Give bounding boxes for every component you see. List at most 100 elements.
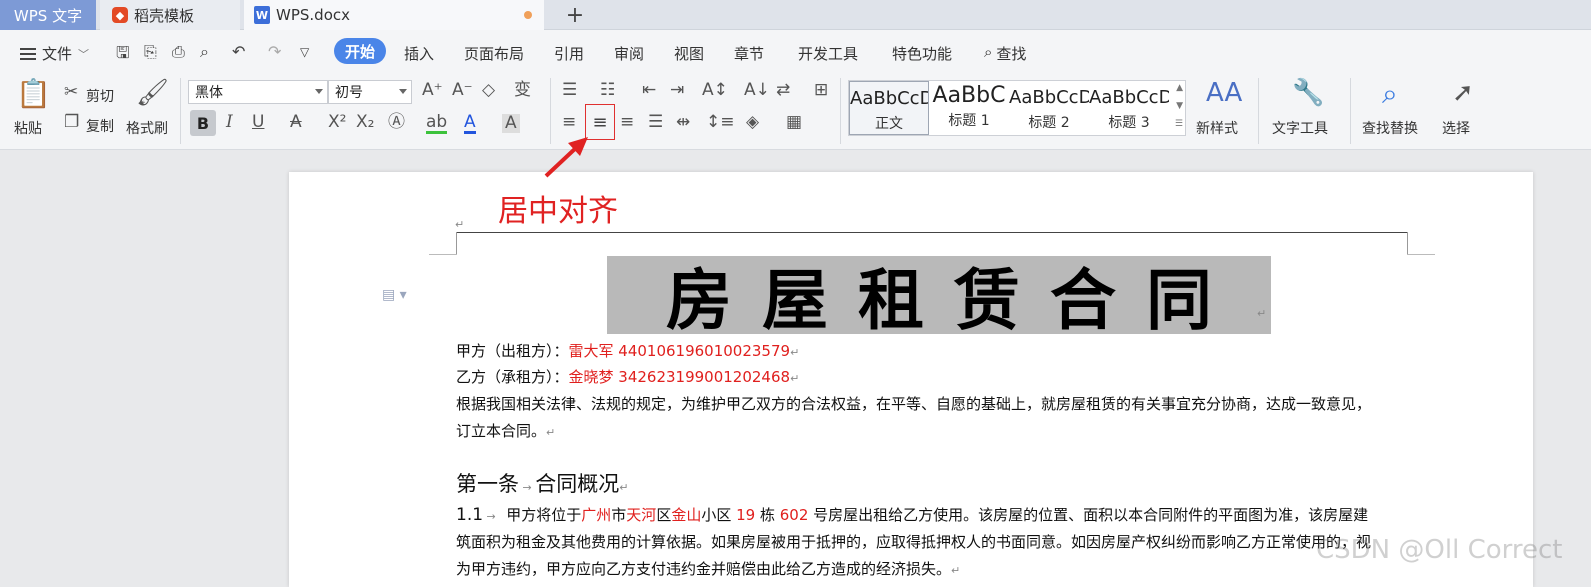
scroll-down-icon[interactable]: ▼ xyxy=(1176,101,1183,111)
tab-view[interactable]: 视图 xyxy=(674,43,704,64)
highlight-button[interactable]: ab xyxy=(426,114,448,134)
document-title-box[interactable]: 房屋租赁合同 xyxy=(607,256,1271,339)
intro-line-2[interactable]: 订立本合同。↵ xyxy=(456,420,555,441)
search-icon: ⌕ xyxy=(984,43,993,61)
tab-document[interactable]: W WPS.docx xyxy=(244,0,544,30)
new-style-button[interactable]: 新样式 xyxy=(1196,118,1238,138)
cut-button[interactable]: 剪切 xyxy=(86,86,114,106)
new-tab-button[interactable]: + xyxy=(560,0,590,30)
cursor-select-icon[interactable]: ➚ xyxy=(1452,80,1474,106)
magnifier-icon[interactable]: ⌕ xyxy=(1382,80,1398,108)
justify-icon[interactable]: ☰ xyxy=(648,114,663,131)
align-center-button[interactable]: ≡ xyxy=(585,104,615,140)
decrease-font-icon[interactable]: A⁻ xyxy=(452,82,473,99)
tab-section[interactable]: 章节 xyxy=(734,43,764,64)
tab-wps-writer[interactable]: WPS 文字 xyxy=(0,0,96,30)
text-direction-icon[interactable]: A↕ xyxy=(702,82,728,99)
style-heading-1[interactable]: AaBbC 标题 1 xyxy=(929,81,1009,135)
wrench-icon[interactable]: 🔧 xyxy=(1292,80,1324,106)
clause-1-1-line-1[interactable]: 1.1 → 甲方将位于广州市天河区金山小区 19 栋 602 号房屋出租给乙方使… xyxy=(456,504,1368,525)
scissors-icon[interactable]: ✂ xyxy=(64,84,78,101)
copy-button[interactable]: 复制 xyxy=(86,116,114,136)
tab-insert[interactable]: 插入 xyxy=(404,43,434,64)
undo-icon[interactable]: ↶ xyxy=(232,42,245,61)
party-b-label: 乙方（承租方）： xyxy=(456,368,569,386)
file-menu[interactable]: 文件 ﹀ xyxy=(20,43,89,64)
paste-button[interactable]: 粘贴 xyxy=(14,118,42,138)
superscript-button[interactable]: X² xyxy=(328,114,346,131)
text-tools-button[interactable]: 文字工具 xyxy=(1272,118,1328,138)
header-margin-right xyxy=(1407,232,1408,254)
increase-indent-icon[interactable]: ⇥ xyxy=(670,82,684,99)
format-brush-icon[interactable]: 🖌 xyxy=(136,80,169,106)
paragraph-layout-icon[interactable]: ▤ ▾ xyxy=(382,287,407,303)
style-heading-2[interactable]: AaBbCcD 标题 2 xyxy=(1009,81,1089,135)
ribbon-toolbar: 📋 粘贴 ✂ 剪切 ❐ 复制 🖌 格式刷 黑体 初号 A⁺ A⁻ ◇ 变 B I… xyxy=(0,72,1591,150)
find-replace-button[interactable]: 查找替换 xyxy=(1362,118,1418,138)
numbered-list-icon[interactable]: ☷ xyxy=(600,82,615,99)
align-left-icon[interactable]: ≡ xyxy=(562,114,576,131)
align-right-icon[interactable]: ≡ xyxy=(620,114,634,131)
tab-daoke-templates[interactable]: ◆ 稻壳模板 xyxy=(100,0,240,30)
print-preview-icon[interactable]: ⌕ xyxy=(200,42,209,62)
show-hide-marks-icon[interactable]: ⇄ xyxy=(776,82,790,99)
tab-page-layout[interactable]: 页面布局 xyxy=(464,43,524,64)
pinyin-guide-icon[interactable]: 变 xyxy=(514,82,531,99)
char-shading-button[interactable]: A xyxy=(502,114,520,133)
font-size-select[interactable]: 初号 xyxy=(328,80,412,104)
italic-button[interactable]: I xyxy=(226,114,233,131)
align-center-icon: ≡ xyxy=(592,111,608,133)
style-preview: AaBbCcD xyxy=(1089,87,1169,108)
format-painter-small-icon[interactable]: ⎘ xyxy=(144,42,157,62)
expand-gallery-icon[interactable]: ☰ xyxy=(1175,119,1183,129)
party-a-label: 甲方（出租方）： xyxy=(456,342,569,360)
customize-toolbar-icon[interactable]: ▽ xyxy=(300,45,309,59)
sort-icon[interactable]: A↓ xyxy=(744,82,770,99)
bullet-list-icon[interactable]: ☰ xyxy=(562,82,577,99)
line-spacing-icon[interactable]: ↕≡ xyxy=(706,114,735,131)
tab-review[interactable]: 审阅 xyxy=(614,43,644,64)
style-heading-3[interactable]: AaBbCcD 标题 3 xyxy=(1089,81,1169,135)
border-icon[interactable]: ▦ xyxy=(786,114,802,131)
font-color-button[interactable]: A xyxy=(464,114,476,134)
style-normal[interactable]: AaBbCcD 正文 xyxy=(849,81,929,135)
text-effect-button[interactable]: Ⓐ xyxy=(388,114,405,131)
clear-format-icon[interactable]: ◇ xyxy=(482,82,495,99)
paragraph-mark: ↵ xyxy=(790,372,800,385)
party-a-line[interactable]: 甲方（出租方）：雷大军 440106196010023579↵ xyxy=(456,340,799,361)
tab-start[interactable]: 开始 xyxy=(334,38,386,64)
redo-icon[interactable]: ↷ xyxy=(268,42,281,61)
select-button[interactable]: 选择 xyxy=(1442,118,1470,138)
tab-special-features[interactable]: 特色功能 xyxy=(892,43,952,64)
distributed-align-icon[interactable]: ⇹ xyxy=(676,114,690,131)
underline-button[interactable]: U xyxy=(252,114,264,131)
file-menu-label: 文件 xyxy=(42,45,73,63)
section-heading-1[interactable]: 第一条 → 合同概况↵ xyxy=(456,468,628,498)
intro-line-1[interactable]: 根据我国相关法律、法规的规定，为维护甲乙双方的合法权益，在平等、自愿的基础上，就… xyxy=(456,393,1371,414)
clause-text: 市 xyxy=(611,506,627,524)
paste-icon[interactable]: 📋 xyxy=(16,80,51,108)
subscript-button[interactable]: X₂ xyxy=(356,114,374,131)
party-b-line[interactable]: 乙方（承租方）：金晓梦 342623199001202468↵ xyxy=(456,366,799,387)
word-doc-icon: W xyxy=(254,6,270,24)
clause-text: 甲方将位于 xyxy=(506,506,582,524)
document-page[interactable]: ↵ ▤ ▾ 房屋租赁合同 ↵ 甲方（出租方）：雷大军 4401061960100… xyxy=(289,172,1533,587)
increase-font-icon[interactable]: A⁺ xyxy=(422,82,443,99)
tab-developer[interactable]: 开发工具 xyxy=(798,43,858,64)
tab-references[interactable]: 引用 xyxy=(554,43,584,64)
print-icon[interactable]: ⎙ xyxy=(172,42,185,62)
borders-grid-icon[interactable]: ⊞ xyxy=(814,82,828,99)
clause-1-1-line-3[interactable]: 为甲方违约，甲方应向乙方支付违约金并赔偿由此给乙方造成的经济损失。↵ xyxy=(456,558,960,579)
bold-button[interactable]: B xyxy=(190,110,216,136)
font-name-select[interactable]: 黑体 xyxy=(188,80,328,104)
format-painter-button[interactable]: 格式刷 xyxy=(126,118,168,138)
shading-fill-icon[interactable]: ◈ xyxy=(746,114,759,131)
scroll-up-icon[interactable]: ▲ xyxy=(1176,83,1183,93)
save-icon[interactable]: 🖫 xyxy=(116,42,130,69)
copy-icon[interactable]: ❐ xyxy=(64,114,79,131)
decrease-indent-icon[interactable]: ⇤ xyxy=(642,82,656,99)
new-style-icon[interactable]: AA xyxy=(1206,80,1242,106)
strikethrough-button[interactable]: A xyxy=(290,114,302,131)
search-button[interactable]: ⌕ 查找 xyxy=(984,43,1026,64)
clause-1-1-line-2[interactable]: 筑面积为租金及其他费用的计算依据。如果房屋被用于抵押的，应取得抵押权人的书面同意… xyxy=(456,531,1371,552)
